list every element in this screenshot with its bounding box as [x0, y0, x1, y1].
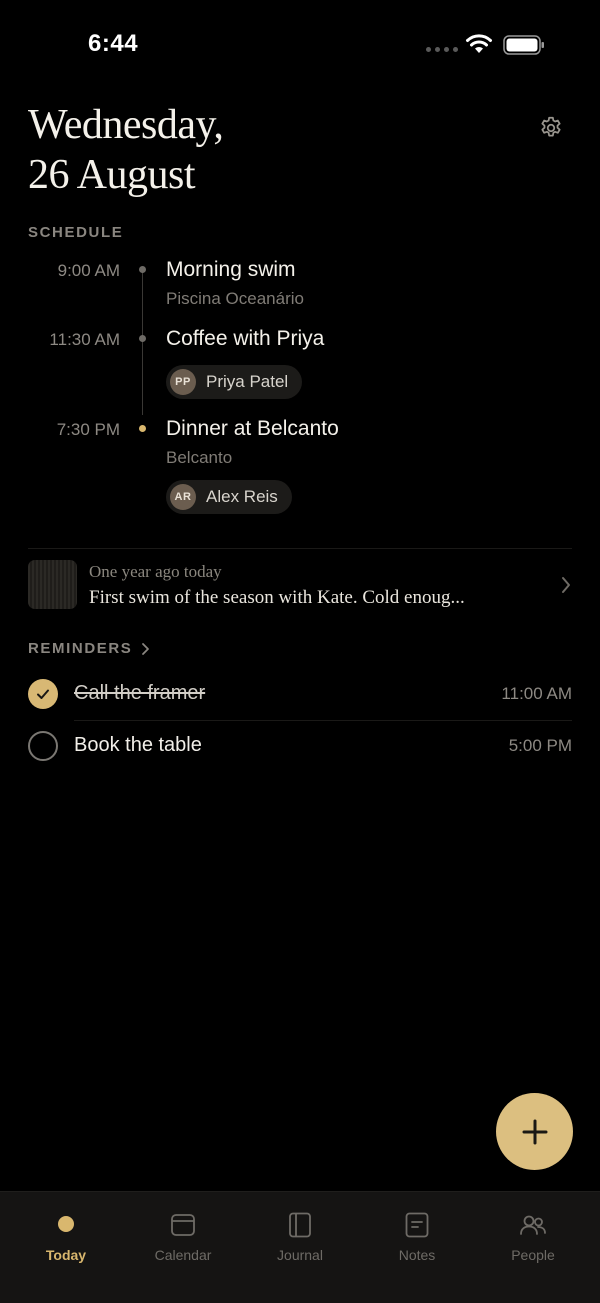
event-time: 9:00 AM: [57, 261, 120, 280]
tab-label: Journal: [277, 1247, 323, 1263]
reminder-title: Book the table: [74, 734, 202, 756]
reminders-section-label: REMINDERS: [28, 640, 133, 657]
notes-icon: [405, 1212, 429, 1238]
reminder-time: 11:00 AM: [501, 684, 572, 703]
checkmark-icon: [37, 689, 49, 699]
chevron-right-icon: [142, 642, 150, 655]
timeline-dot: [139, 266, 146, 273]
date-weekday: Wednesday,: [28, 102, 224, 148]
event-location: Belcanto: [166, 448, 233, 467]
person-name: Alex Reis: [206, 487, 278, 506]
people-icon: [520, 1215, 546, 1235]
memory-kicker: One year ago today: [89, 562, 222, 581]
tab-label: Calendar: [154, 1247, 212, 1263]
reminder-time: 5:00 PM: [508, 736, 572, 755]
wifi-icon: [466, 34, 492, 53]
timeline-dot-current: [139, 425, 146, 432]
plus-icon: [522, 1119, 547, 1144]
battery-icon: [503, 35, 544, 55]
reminder-item[interactable]: Book the table 5:00 PM: [28, 721, 572, 771]
avatar: AR: [170, 484, 196, 510]
person-name: Priya Patel: [206, 372, 289, 391]
status-bar: 6:44: [0, 0, 600, 90]
tab-label: Today: [45, 1247, 87, 1263]
page-title: Wednesday, 26 August: [28, 100, 224, 200]
reminder-checkbox-checked[interactable]: [28, 679, 58, 709]
event-location: Piscina Oceanário: [166, 289, 304, 308]
timeline-line: [142, 270, 143, 415]
add-button[interactable]: [496, 1093, 573, 1170]
tab-bar: Today Calendar Journal Notes People: [0, 1191, 600, 1303]
reminder-checkbox[interactable]: [28, 731, 58, 761]
memory-text: First swim of the season with Kate. Cold…: [89, 587, 465, 608]
event-time: 11:30 AM: [49, 330, 120, 349]
event-time: 7:30 PM: [56, 420, 120, 439]
tab-label: Notes: [398, 1247, 436, 1263]
person-chip[interactable]: PP Priya Patel: [166, 365, 303, 399]
event-title: Morning swim: [166, 258, 296, 281]
today-dot-icon: [58, 1216, 74, 1232]
tab-journal[interactable]: Journal: [240, 1192, 360, 1282]
event-title: Coffee with Priya: [166, 327, 325, 350]
divider: [28, 548, 572, 549]
memory-thumbnail: [28, 560, 77, 609]
calendar-icon: [171, 1214, 195, 1236]
tab-today[interactable]: Today: [6, 1192, 126, 1282]
tab-label: People: [511, 1247, 555, 1263]
status-time: 6:44: [88, 30, 139, 57]
avatar: PP: [170, 369, 196, 395]
settings-gear-icon[interactable]: [538, 115, 564, 141]
chevron-right-icon: [562, 577, 570, 593]
schedule-section-label: SCHEDULE: [28, 224, 124, 241]
date-day-month: 26 August: [28, 152, 196, 198]
event-title: Dinner at Belcanto: [166, 417, 339, 440]
reminder-item[interactable]: Call the framer 11:00 AM: [28, 669, 572, 719]
reminder-title: Call the framer: [74, 682, 206, 704]
reminders-header[interactable]: REMINDERS: [28, 640, 150, 657]
journal-book-icon: [289, 1212, 311, 1238]
cellular-signal-icon: [426, 47, 458, 52]
timeline-dot: [139, 335, 146, 342]
tab-people[interactable]: People: [473, 1192, 593, 1282]
tab-notes[interactable]: Notes: [357, 1192, 477, 1282]
person-chip[interactable]: AR Alex Reis: [166, 480, 292, 514]
memory-card[interactable]: One year ago today First swim of the sea…: [28, 557, 572, 613]
tab-calendar[interactable]: Calendar: [123, 1192, 243, 1282]
